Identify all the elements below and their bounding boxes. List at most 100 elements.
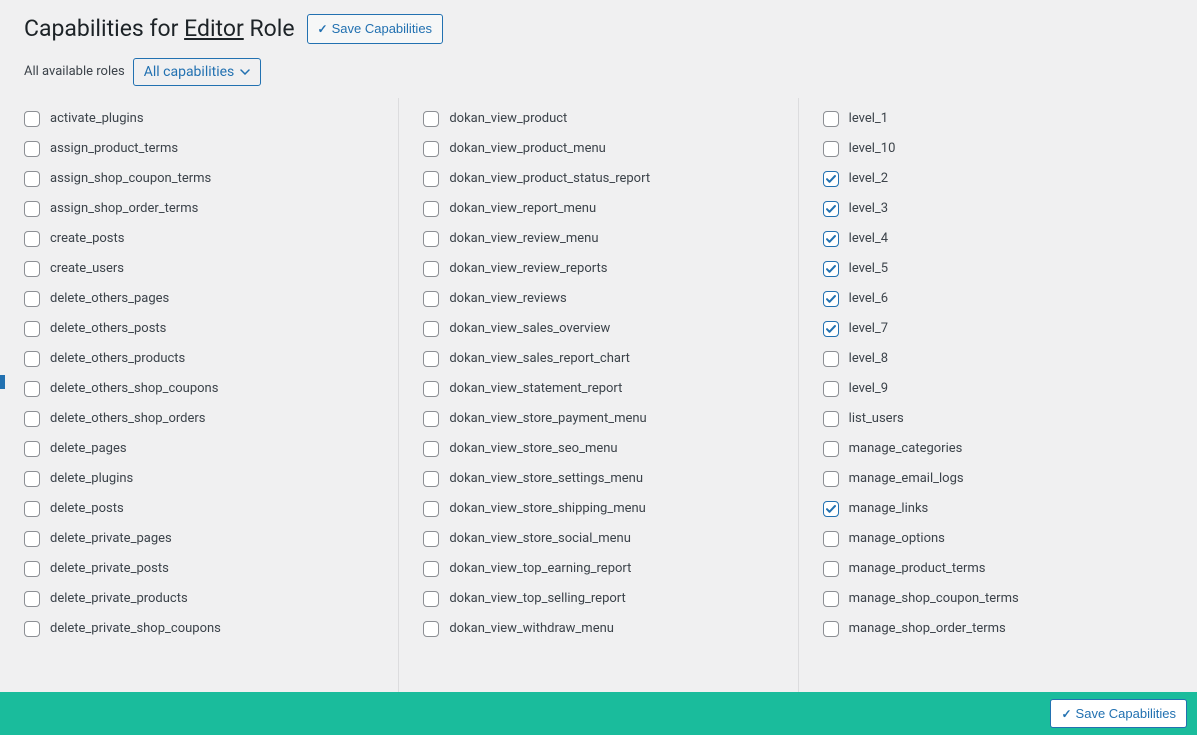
- capability-checkbox[interactable]: [423, 111, 439, 127]
- capability-label[interactable]: delete_plugins: [50, 471, 133, 486]
- capability-label[interactable]: dokan_view_store_shipping_menu: [449, 501, 646, 516]
- capability-label[interactable]: create_posts: [50, 231, 124, 246]
- capability-label[interactable]: level_1: [849, 111, 888, 126]
- capability-label[interactable]: manage_categories: [849, 441, 963, 456]
- capability-label[interactable]: dokan_view_top_selling_report: [449, 591, 625, 606]
- capability-label[interactable]: list_users: [849, 411, 904, 426]
- capability-checkbox[interactable]: [423, 171, 439, 187]
- save-capabilities-button-top[interactable]: Save Capabilities: [307, 14, 444, 44]
- capability-checkbox[interactable]: [24, 411, 40, 427]
- capability-label[interactable]: level_2: [849, 171, 888, 186]
- capability-checkbox[interactable]: [24, 621, 40, 637]
- capability-label[interactable]: delete_others_products: [50, 351, 185, 366]
- capability-checkbox[interactable]: [24, 381, 40, 397]
- capability-label[interactable]: level_5: [849, 261, 888, 276]
- capability-label[interactable]: create_users: [50, 261, 124, 276]
- capability-label[interactable]: level_9: [849, 381, 888, 396]
- capability-label[interactable]: delete_pages: [50, 441, 127, 456]
- capability-label[interactable]: assign_shop_order_terms: [50, 201, 198, 216]
- capability-checkbox[interactable]: [24, 561, 40, 577]
- capability-label[interactable]: delete_private_posts: [50, 561, 169, 576]
- capability-checkbox[interactable]: [423, 291, 439, 307]
- capability-label[interactable]: manage_links: [849, 501, 929, 516]
- capability-checkbox[interactable]: [823, 381, 839, 397]
- capability-checkbox[interactable]: [423, 261, 439, 277]
- capability-label[interactable]: level_3: [849, 201, 888, 216]
- capability-checkbox[interactable]: [823, 111, 839, 127]
- capability-label[interactable]: dokan_view_report_menu: [449, 201, 596, 216]
- capability-label[interactable]: delete_others_pages: [50, 291, 169, 306]
- capability-checkbox[interactable]: [823, 531, 839, 547]
- capability-checkbox[interactable]: [823, 591, 839, 607]
- capability-checkbox[interactable]: [823, 471, 839, 487]
- capability-checkbox[interactable]: [24, 351, 40, 367]
- capability-checkbox[interactable]: [823, 411, 839, 427]
- capability-label[interactable]: manage_options: [849, 531, 945, 546]
- capability-checkbox[interactable]: [24, 501, 40, 517]
- save-capabilities-button-bottom[interactable]: Save Capabilities: [1050, 699, 1187, 729]
- capability-checkbox[interactable]: [823, 201, 839, 217]
- capability-checkbox[interactable]: [823, 171, 839, 187]
- capability-label[interactable]: level_8: [849, 351, 888, 366]
- capability-checkbox[interactable]: [24, 261, 40, 277]
- capability-checkbox[interactable]: [823, 441, 839, 457]
- capability-label[interactable]: dokan_view_review_menu: [449, 231, 598, 246]
- capability-label[interactable]: dokan_view_sales_report_chart: [449, 351, 630, 366]
- capability-label[interactable]: dokan_view_review_reports: [449, 261, 607, 276]
- capability-checkbox[interactable]: [423, 561, 439, 577]
- capability-checkbox[interactable]: [423, 411, 439, 427]
- capability-checkbox[interactable]: [24, 231, 40, 247]
- capability-checkbox[interactable]: [24, 591, 40, 607]
- capability-label[interactable]: assign_shop_coupon_terms: [50, 171, 211, 186]
- capability-label[interactable]: delete_others_posts: [50, 321, 166, 336]
- capability-checkbox[interactable]: [24, 111, 40, 127]
- capability-checkbox[interactable]: [24, 321, 40, 337]
- capability-label[interactable]: dokan_view_withdraw_menu: [449, 621, 614, 636]
- capability-label[interactable]: dokan_view_top_earning_report: [449, 561, 631, 576]
- capability-checkbox[interactable]: [423, 351, 439, 367]
- capability-label[interactable]: dokan_view_statement_report: [449, 381, 622, 396]
- capability-checkbox[interactable]: [24, 531, 40, 547]
- capability-checkbox[interactable]: [423, 591, 439, 607]
- capability-label[interactable]: dokan_view_store_settings_menu: [449, 471, 643, 486]
- capability-label[interactable]: activate_plugins: [50, 111, 144, 126]
- capability-checkbox[interactable]: [823, 351, 839, 367]
- capability-label[interactable]: level_7: [849, 321, 888, 336]
- capability-label[interactable]: dokan_view_sales_overview: [449, 321, 610, 336]
- capability-label[interactable]: level_4: [849, 231, 888, 246]
- capability-label[interactable]: level_10: [849, 141, 896, 156]
- capability-checkbox[interactable]: [823, 141, 839, 157]
- capability-checkbox[interactable]: [823, 231, 839, 247]
- capability-checkbox[interactable]: [823, 321, 839, 337]
- capability-checkbox[interactable]: [823, 291, 839, 307]
- capability-label[interactable]: dokan_view_product_status_report: [449, 171, 650, 186]
- capability-checkbox[interactable]: [423, 201, 439, 217]
- capability-label[interactable]: dokan_view_store_seo_menu: [449, 441, 617, 456]
- capability-checkbox[interactable]: [823, 621, 839, 637]
- capability-checkbox[interactable]: [423, 471, 439, 487]
- capability-checkbox[interactable]: [423, 531, 439, 547]
- capability-checkbox[interactable]: [823, 501, 839, 517]
- capability-checkbox[interactable]: [423, 621, 439, 637]
- capability-checkbox[interactable]: [24, 471, 40, 487]
- capability-label[interactable]: dokan_view_store_social_menu: [449, 531, 631, 546]
- capability-checkbox[interactable]: [423, 441, 439, 457]
- capability-checkbox[interactable]: [823, 261, 839, 277]
- capability-checkbox[interactable]: [423, 501, 439, 517]
- capability-checkbox[interactable]: [423, 381, 439, 397]
- capability-label[interactable]: level_6: [849, 291, 888, 306]
- capability-label[interactable]: manage_email_logs: [849, 471, 964, 486]
- capability-checkbox[interactable]: [24, 201, 40, 217]
- capability-label[interactable]: manage_shop_order_terms: [849, 621, 1006, 636]
- capability-label[interactable]: delete_posts: [50, 501, 124, 516]
- capability-label[interactable]: dokan_view_store_payment_menu: [449, 411, 646, 426]
- capabilities-filter-dropdown[interactable]: All capabilities: [133, 58, 262, 86]
- capability-checkbox[interactable]: [423, 231, 439, 247]
- capability-label[interactable]: dokan_view_reviews: [449, 291, 566, 306]
- capability-label[interactable]: dokan_view_product: [449, 111, 567, 126]
- capability-label[interactable]: dokan_view_product_menu: [449, 141, 606, 156]
- capability-checkbox[interactable]: [823, 561, 839, 577]
- capability-label[interactable]: manage_product_terms: [849, 561, 986, 576]
- capability-label[interactable]: delete_others_shop_coupons: [50, 381, 218, 396]
- capability-checkbox[interactable]: [24, 171, 40, 187]
